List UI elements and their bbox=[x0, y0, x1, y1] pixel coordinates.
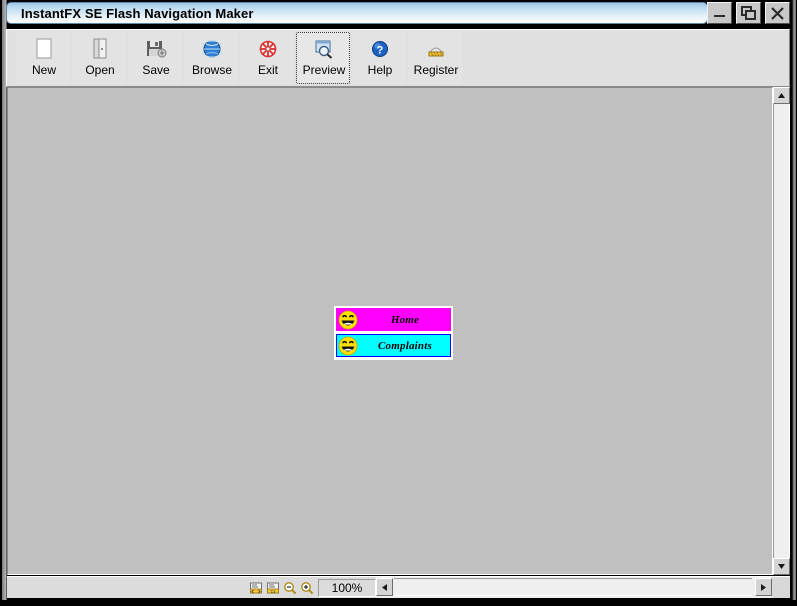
svg-text:?: ? bbox=[377, 45, 384, 57]
register-icon bbox=[409, 37, 463, 61]
preview-button-label: Preview bbox=[302, 63, 346, 77]
window-title: InstantFX SE Flash Navigation Maker bbox=[21, 6, 254, 21]
help-button[interactable]: ? Help bbox=[352, 32, 409, 84]
open-button[interactable]: Open bbox=[72, 32, 129, 84]
vertical-scrollbar[interactable] bbox=[773, 87, 790, 575]
chevron-right-icon bbox=[761, 583, 766, 591]
actual-size-button[interactable]: 11 bbox=[265, 580, 281, 596]
zoom-out-button[interactable] bbox=[282, 580, 298, 596]
preview-magnifier-icon bbox=[297, 37, 351, 61]
application-window: InstantFX SE Flash Navigation Maker New … bbox=[0, 0, 797, 606]
scrollbar-corner bbox=[772, 577, 790, 598]
scroll-right-button[interactable] bbox=[755, 578, 772, 596]
exit-icon bbox=[241, 37, 295, 61]
horizontal-scrollbar-track[interactable] bbox=[394, 578, 752, 596]
nav-button-home[interactable]: Home bbox=[336, 308, 451, 331]
svg-text:11: 11 bbox=[271, 589, 276, 594]
chevron-down-icon bbox=[778, 564, 785, 569]
help-button-label: Help bbox=[367, 63, 393, 77]
new-document-icon bbox=[17, 37, 71, 61]
nav-button-complaints-label: Complaints bbox=[378, 340, 432, 352]
zoom-level-value[interactable]: 100% bbox=[318, 579, 376, 597]
horizontal-scrollbar[interactable] bbox=[376, 577, 790, 598]
exit-button[interactable]: Exit bbox=[240, 32, 297, 84]
minimize-button[interactable] bbox=[707, 2, 732, 24]
smiley-face-icon bbox=[338, 310, 358, 330]
open-button-label: Open bbox=[85, 63, 115, 77]
browse-button-label: Browse bbox=[191, 63, 232, 77]
chevron-left-icon bbox=[382, 583, 387, 591]
close-icon bbox=[771, 7, 784, 20]
design-canvas[interactable]: Home Complaints bbox=[7, 87, 773, 575]
zoom-out-icon bbox=[284, 582, 297, 595]
nav-button-complaints[interactable]: Complaints bbox=[336, 334, 451, 357]
title-bar[interactable]: InstantFX SE Flash Navigation Maker bbox=[6, 2, 708, 24]
main-toolbar: New Open Save Browse Exit Preview ? Help… bbox=[6, 29, 790, 87]
globe-icon bbox=[185, 37, 239, 61]
close-button[interactable] bbox=[765, 2, 790, 24]
zoom-in-button[interactable] bbox=[299, 580, 315, 596]
save-button[interactable]: Save bbox=[128, 32, 185, 84]
restore-icon bbox=[741, 6, 756, 20]
status-bar: 11 100% bbox=[7, 576, 790, 598]
zoom-in-icon bbox=[301, 582, 314, 595]
help-question-icon: ? bbox=[353, 37, 407, 61]
floppy-disk-icon bbox=[129, 37, 183, 61]
preview-button[interactable]: Preview bbox=[296, 32, 353, 84]
actual-size-icon: 11 bbox=[267, 582, 279, 594]
zoom-toolbar: 11 100% bbox=[248, 578, 376, 598]
scroll-up-button[interactable] bbox=[773, 87, 790, 104]
fit-page-button[interactable] bbox=[248, 580, 264, 596]
window-frame-right bbox=[791, 0, 797, 606]
chevron-up-icon bbox=[778, 93, 785, 98]
save-button-label: Save bbox=[142, 63, 170, 77]
nav-button-home-label: Home bbox=[390, 314, 420, 326]
fit-page-icon bbox=[250, 582, 262, 594]
smiley-face-icon bbox=[338, 336, 358, 356]
window-frame-bottom bbox=[0, 600, 797, 606]
nav-button-group[interactable]: Home Complaints bbox=[334, 306, 453, 360]
restore-button[interactable] bbox=[736, 2, 761, 24]
register-button-label: Register bbox=[413, 63, 459, 77]
scroll-down-button[interactable] bbox=[773, 558, 790, 575]
register-button[interactable]: Register bbox=[408, 32, 462, 84]
new-button-label: New bbox=[31, 63, 56, 77]
window-controls bbox=[707, 2, 791, 25]
minimize-icon bbox=[714, 15, 725, 17]
open-folder-icon bbox=[73, 37, 127, 61]
vertical-scrollbar-track[interactable] bbox=[773, 104, 790, 558]
exit-button-label: Exit bbox=[257, 63, 278, 77]
browse-button[interactable]: Browse bbox=[184, 32, 241, 84]
scroll-left-button[interactable] bbox=[376, 578, 393, 596]
new-button[interactable]: New bbox=[16, 32, 73, 84]
